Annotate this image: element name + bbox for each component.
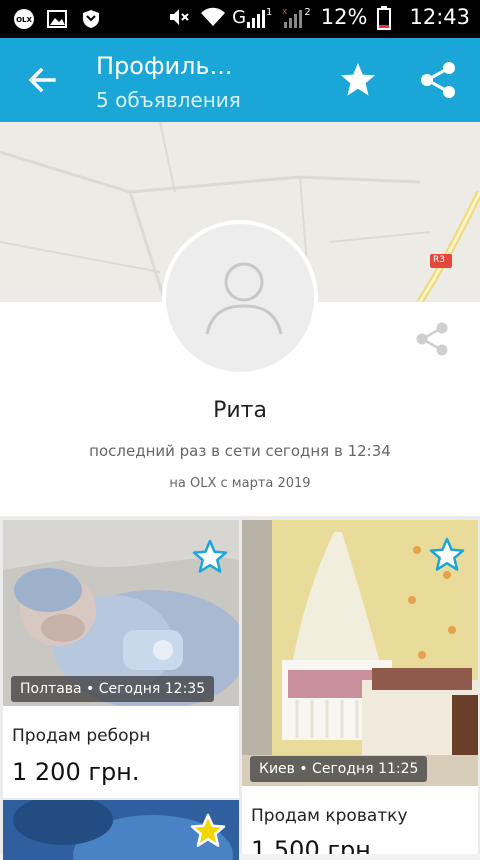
member-since: на OLX с марта 2019 [169, 476, 311, 491]
status-left-icons: OLX [12, 8, 102, 30]
shield-icon [80, 8, 102, 30]
ad-location-time: Киев • Сегодня 11:25 [250, 756, 428, 782]
page-title: Профиль... [96, 52, 233, 80]
signal-label: G [232, 6, 247, 28]
share-icon[interactable] [418, 60, 458, 100]
status-right: G 1 x 2 12% 12:43 [168, 5, 470, 30]
favorite-star-icon[interactable] [191, 538, 229, 576]
signal-icon: G 1 [232, 7, 272, 28]
sim1-label: 1 [266, 6, 273, 18]
image-icon [46, 8, 68, 30]
avatar [162, 220, 318, 376]
ad-card[interactable] [3, 800, 239, 860]
ad-title: Продам реборн [12, 726, 151, 746]
signal-x-icon: x 2 [282, 6, 311, 28]
ad-location-time: Полтава • Сегодня 12:35 [11, 676, 215, 702]
sim2-label: 2 [304, 7, 311, 18]
ad-price: 1 500 грн. [251, 836, 379, 854]
wifi-icon [200, 6, 226, 28]
back-arrow-icon[interactable] [24, 62, 60, 98]
ad-card[interactable]: Полтава • Сегодня 12:35 Продам реборн 1 … [3, 520, 239, 798]
ads-grid: Полтава • Сегодня 12:35 Продам реборн 1 … [0, 516, 480, 860]
road-label: R3 [433, 255, 445, 265]
user-icon [205, 262, 283, 335]
ad-title: Продам кроватку [251, 806, 408, 826]
status-bar: OLX G 1 x 2 12% 12:43 [0, 0, 480, 38]
last-seen: последний раз в сети сегодня в 12:34 [89, 442, 391, 460]
battery-icon [377, 6, 399, 30]
favorite-star-active-icon[interactable] [189, 812, 227, 850]
olx-icon: OLX [12, 8, 34, 30]
ad-price: 1 200 грн. [12, 758, 140, 786]
mute-icon [168, 6, 190, 28]
app-bar: Профиль... 5 объявления [0, 38, 480, 122]
profile-share-icon[interactable] [413, 320, 451, 358]
profile-name: Рита [213, 398, 267, 423]
svg-text:OLX: OLX [16, 16, 32, 24]
ads-count: 5 объявления [96, 88, 241, 112]
clock: 12:43 [409, 5, 470, 29]
battery-percent: 12% [320, 5, 368, 29]
ad-card[interactable]: Киев • Сегодня 11:25 Продам кроватку 1 5… [242, 520, 478, 854]
svg-text:x: x [282, 7, 288, 17]
star-icon[interactable] [338, 60, 378, 100]
favorite-star-icon[interactable] [428, 536, 466, 574]
